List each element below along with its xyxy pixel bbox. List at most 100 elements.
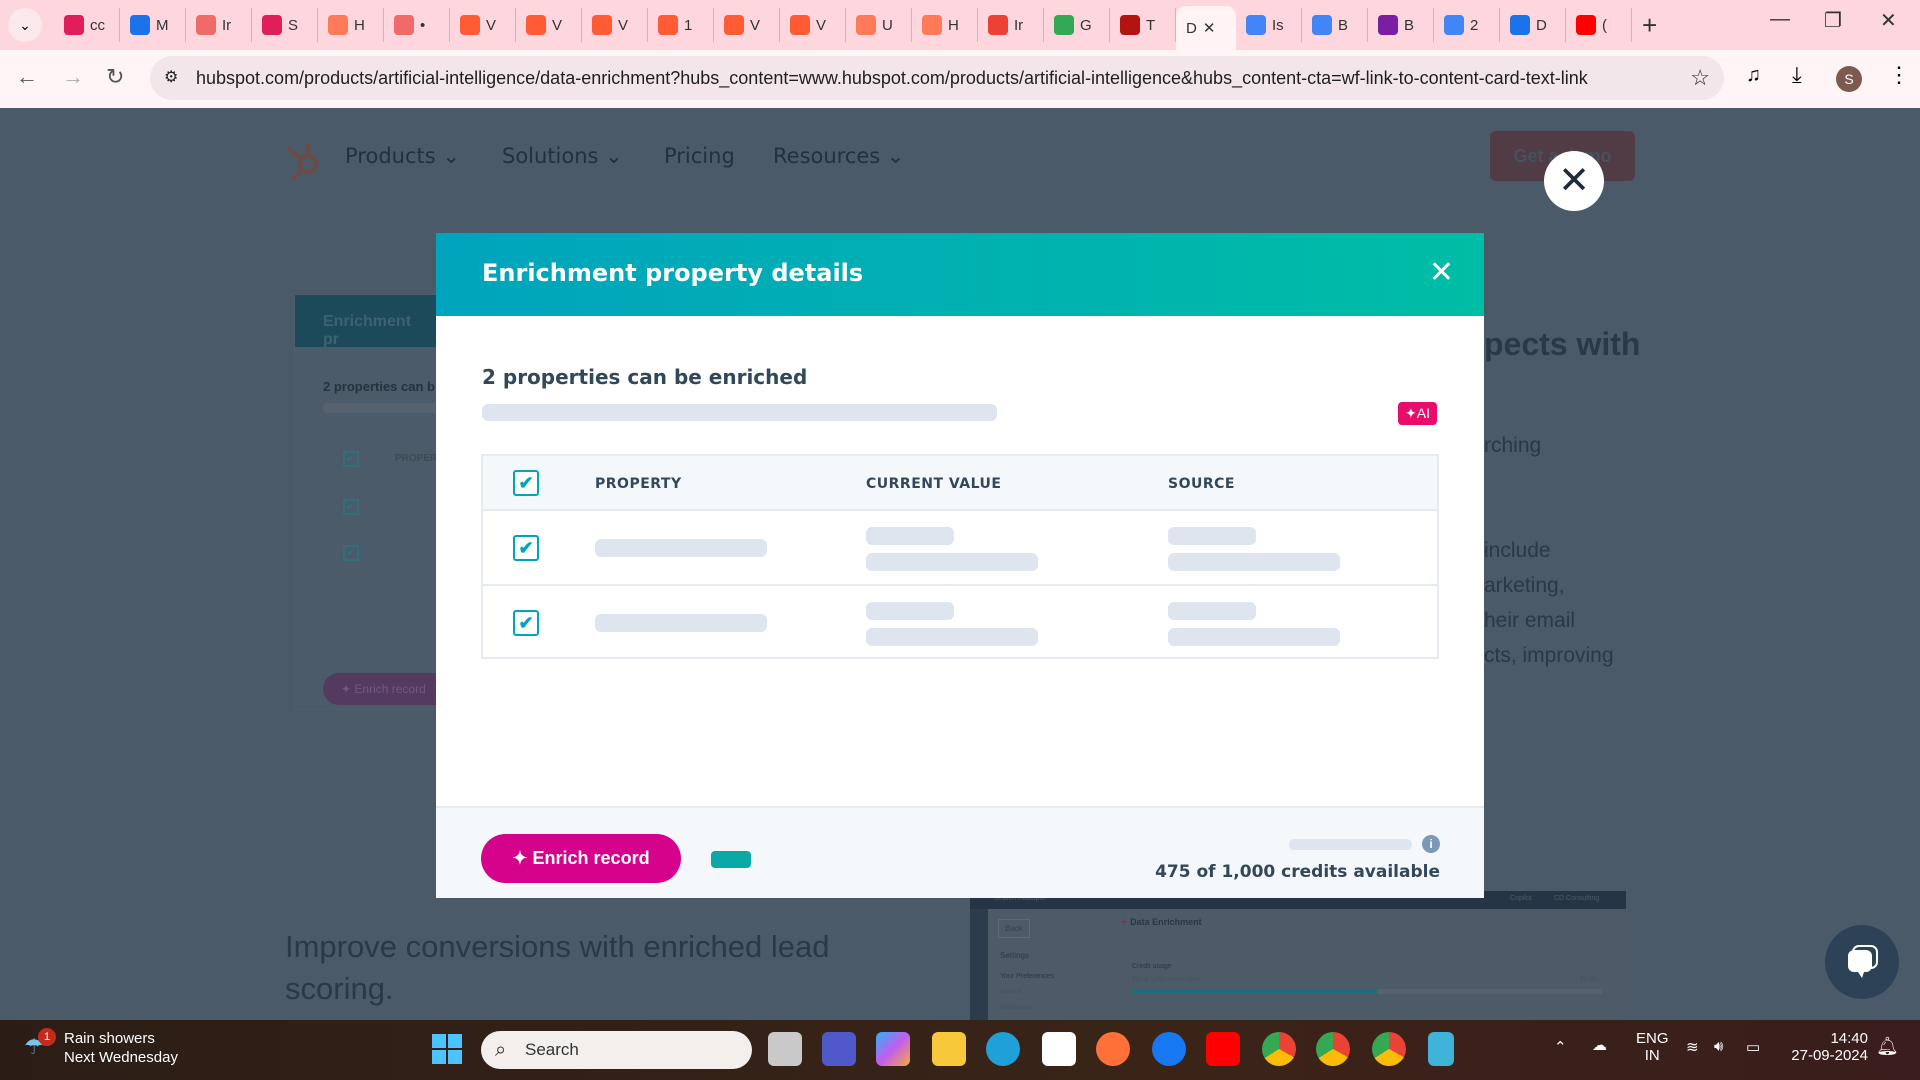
- browser-tab[interactable]: V: [714, 8, 780, 42]
- facebook-icon[interactable]: [1152, 1032, 1186, 1066]
- browser-tab[interactable]: V: [450, 8, 516, 42]
- column-header-current-value[interactable]: CURRENT VALUE: [866, 476, 1001, 492]
- lower-heading: Improve conversions with enriched lead s…: [285, 929, 830, 1006]
- browser-tab[interactable]: V: [582, 8, 648, 42]
- browser-tab[interactable]: T: [1110, 8, 1176, 42]
- new-tab-button[interactable]: +: [1642, 10, 1657, 41]
- browser-tab[interactable]: G: [1044, 8, 1110, 42]
- shot-sidebar: [970, 909, 988, 1020]
- row-checkbox[interactable]: ✔: [513, 610, 539, 636]
- modal-close-button[interactable]: ✕: [1429, 255, 1454, 290]
- weather-badge: 1: [38, 1028, 56, 1046]
- weather-subtext: Next Wednesday: [64, 1049, 178, 1066]
- close-overlay-button[interactable]: ✕: [1544, 151, 1604, 211]
- media-control-icon[interactable]: ♫: [1746, 64, 1761, 87]
- close-tab-icon[interactable]: ✕: [1203, 19, 1216, 37]
- browser-tab[interactable]: H: [912, 8, 978, 42]
- row-checkbox[interactable]: ✔: [513, 535, 539, 561]
- browser-tab[interactable]: cc: [54, 8, 120, 42]
- shot-prefs: Your Preferences: [1000, 973, 1054, 980]
- browser-tab[interactable]: D ✕: [1176, 6, 1236, 50]
- column-header-source[interactable]: SOURCE: [1168, 476, 1235, 492]
- tab-strip: ⌄ cc M Ir S H • V V V 1 V V U H Ir G T D ✕ Is B B 2 D( + — ❐ ✕: [0, 0, 1920, 50]
- browser-tab[interactable]: V: [780, 8, 846, 42]
- slack-icon: [64, 15, 84, 35]
- nav-products[interactable]: Products ⌄: [345, 144, 460, 168]
- docs-icon: [1246, 15, 1266, 35]
- notification-bell-icon[interactable]: 🔔︎: [1876, 1036, 1899, 1057]
- taskbar-search[interactable]: ⌕ Search: [481, 1031, 752, 1069]
- profile-avatar[interactable]: S: [1836, 66, 1862, 92]
- download-icon[interactable]: ⤓: [1792, 62, 1802, 88]
- restore-button[interactable]: ❐: [1824, 8, 1842, 33]
- battery-icon[interactable]: ▭: [1746, 1038, 1760, 1056]
- browser-tab[interactable]: M: [120, 8, 186, 42]
- browser-tab[interactable]: H: [318, 8, 384, 42]
- browser-tab[interactable]: •: [384, 8, 450, 42]
- search-icon: ⌕: [495, 1039, 507, 1061]
- store-icon[interactable]: [1042, 1032, 1076, 1066]
- copilot-icon[interactable]: [876, 1032, 910, 1066]
- windows-start-icon[interactable]: [432, 1034, 462, 1064]
- browser-tab[interactable]: (: [1566, 8, 1632, 42]
- browser-tab[interactable]: U: [846, 8, 912, 42]
- shot-usage: Credit usage: [1132, 963, 1172, 970]
- youtube-icon[interactable]: [1206, 1032, 1240, 1066]
- file-explorer-icon[interactable]: [932, 1032, 966, 1066]
- notepad-icon[interactable]: [1428, 1032, 1454, 1066]
- paragraph-line: rching: [1484, 434, 1542, 457]
- tab-search-button[interactable]: ⌄: [8, 8, 42, 42]
- skeleton: [1168, 602, 1256, 620]
- nav-resources[interactable]: Resources ⌄: [773, 144, 905, 168]
- address-bar[interactable]: ⚙ hubspot.com/products/artificial-intell…: [150, 56, 1724, 100]
- browser-tab[interactable]: Is: [1236, 8, 1302, 42]
- firefox-icon[interactable]: [1096, 1032, 1130, 1066]
- task-view-icon[interactable]: [768, 1032, 802, 1066]
- bookmark-star-icon[interactable]: ☆: [1684, 56, 1710, 100]
- browser-tab[interactable]: D: [1500, 8, 1566, 42]
- google-icon: [1444, 15, 1464, 35]
- forward-button[interactable]: →: [62, 64, 84, 90]
- back-button[interactable]: ←: [16, 64, 38, 90]
- clock[interactable]: 14:40 27-09-2024: [1788, 1030, 1868, 1064]
- teams-icon[interactable]: [822, 1032, 856, 1066]
- site-info-icon[interactable]: ⚙: [164, 56, 178, 100]
- nav-solutions[interactable]: Solutions ⌄: [502, 144, 623, 168]
- reload-button[interactable]: ↻: [106, 64, 124, 90]
- tray-expand-icon[interactable]: ⌃: [1554, 1038, 1567, 1056]
- minimize-button[interactable]: —: [1770, 8, 1790, 31]
- chrome-icon[interactable]: [1262, 1032, 1296, 1066]
- browser-tab[interactable]: S: [252, 8, 318, 42]
- tab-label: D: [1186, 19, 1197, 37]
- table-row: ✔: [483, 586, 1437, 661]
- browser-tab[interactable]: V: [516, 8, 582, 42]
- column-header-property[interactable]: PROPERTY: [595, 476, 682, 492]
- browser-tab[interactable]: Ir: [186, 8, 252, 42]
- browser-tab[interactable]: B: [1302, 8, 1368, 42]
- enrich-record-button[interactable]: ✦ Enrich record: [481, 834, 681, 883]
- edge-icon[interactable]: [986, 1032, 1020, 1066]
- onedrive-icon[interactable]: ☁: [1592, 1036, 1607, 1054]
- chrome-icon[interactable]: [1316, 1032, 1350, 1066]
- close-window-button[interactable]: ✕: [1880, 8, 1897, 33]
- info-icon[interactable]: i: [1422, 835, 1440, 853]
- shot-copilot: Copilot: [1510, 895, 1532, 902]
- paragraph-line: include: [1484, 539, 1551, 562]
- weather-widget[interactable]: Rain showers Next Wednesday: [64, 1030, 178, 1066]
- browser-tab[interactable]: 2: [1434, 8, 1500, 42]
- browser-tab[interactable]: 1: [648, 8, 714, 42]
- tab-label: Is: [1272, 16, 1284, 34]
- chat-launcher-button[interactable]: [1825, 925, 1899, 999]
- wifi-icon[interactable]: ≋: [1686, 1038, 1699, 1056]
- volume-icon[interactable]: 🔊︎: [1714, 1038, 1723, 1055]
- browser-tab[interactable]: Ir: [978, 8, 1044, 42]
- select-all-checkbox[interactable]: ✔: [513, 470, 539, 496]
- browser-tab[interactable]: B: [1368, 8, 1434, 42]
- menu-icon[interactable]: ⋮: [1888, 62, 1910, 88]
- nav-pricing[interactable]: Pricing: [664, 144, 735, 168]
- hubspot-logo[interactable]: [284, 138, 324, 182]
- language-indicator[interactable]: ENG IN: [1636, 1030, 1669, 1064]
- chrome-icon[interactable]: [1372, 1032, 1406, 1066]
- tab-label: V: [816, 16, 827, 34]
- paragraph-line: arketing,: [1484, 574, 1565, 597]
